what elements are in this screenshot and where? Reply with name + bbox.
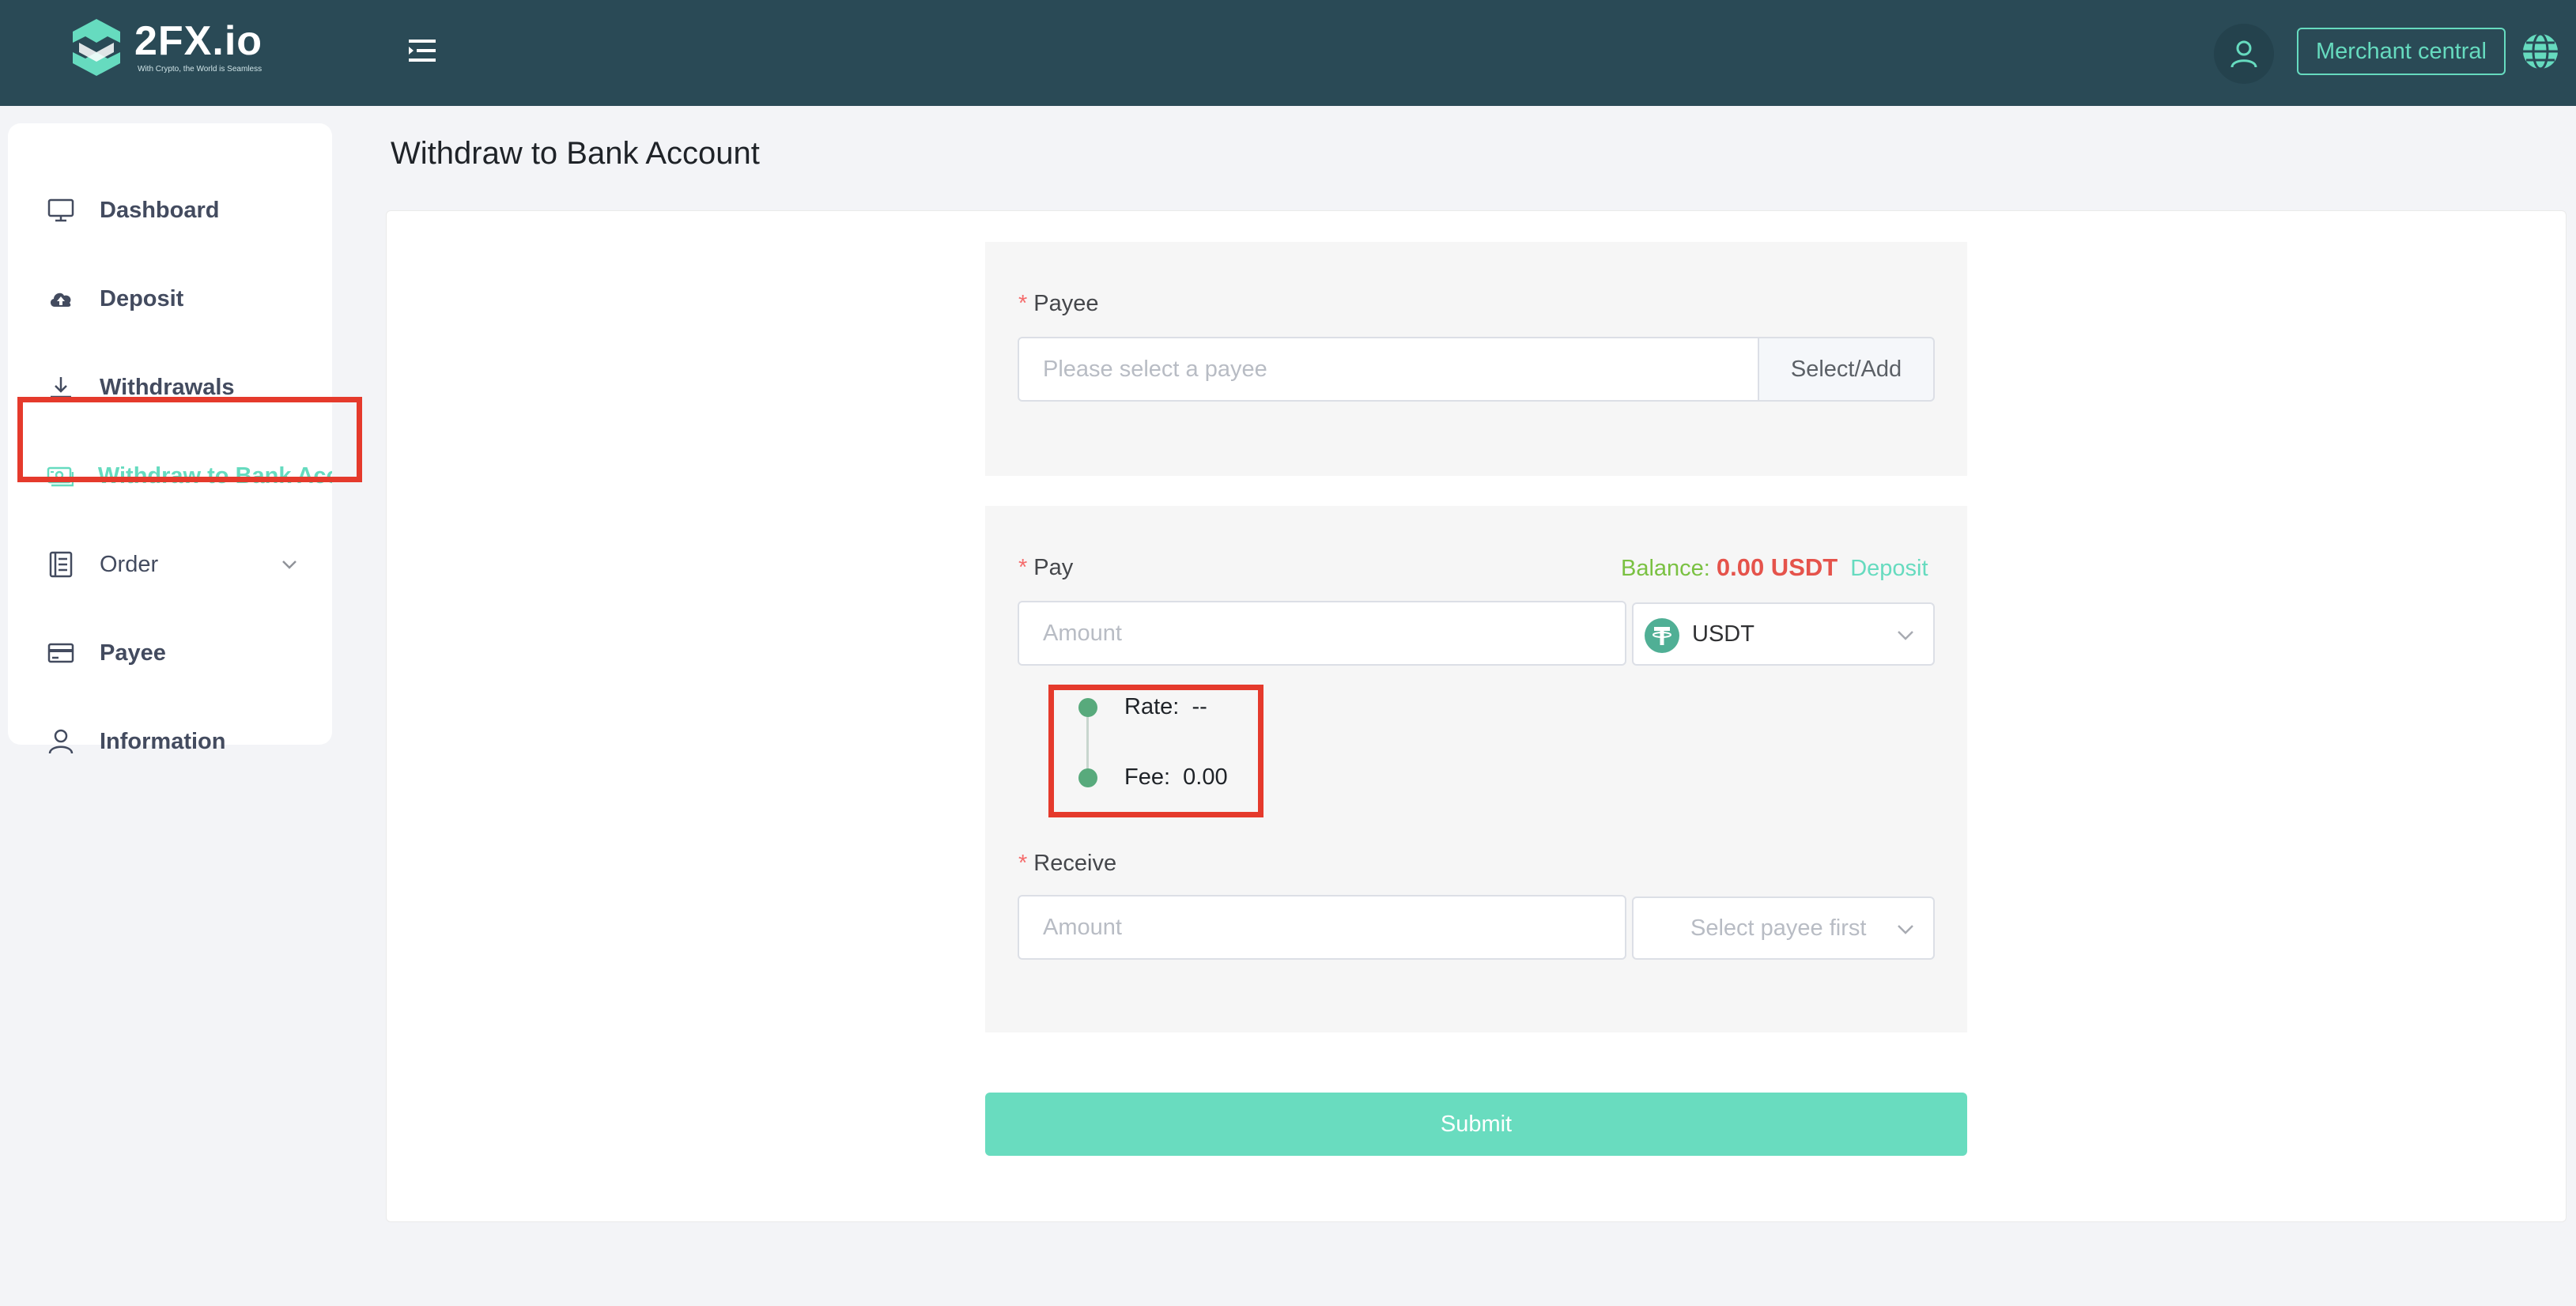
cloud-upload-icon (44, 282, 77, 315)
banknote-icon (44, 459, 76, 493)
menu-toggle-icon[interactable] (407, 36, 439, 65)
monitor-icon (44, 194, 77, 227)
user-icon (2230, 40, 2257, 68)
receive-currency-select[interactable]: Select payee first (1632, 896, 1935, 960)
sidebar-item-information[interactable]: Information (8, 702, 332, 781)
sidebar-item-withdrawals[interactable]: Withdrawals (8, 348, 332, 427)
top-header: 2FX.io With Crypto, the World is Seamles… (0, 0, 2576, 106)
highlight-box-rate-fee (1048, 685, 1263, 817)
deposit-link[interactable]: Deposit (1850, 556, 1928, 581)
sidebar-item-order[interactable]: Order (8, 525, 332, 604)
sidebar-item-label: Withdrawals (100, 374, 235, 400)
sidebar-item-payee[interactable]: Payee (8, 613, 332, 693)
sidebar: Dashboard Deposit Withdrawals Withdraw t… (8, 123, 332, 754)
sidebar-item-label: Payee (100, 640, 166, 666)
sidebar-item-label: Dashboard (100, 197, 220, 223)
merchant-central-button[interactable]: Merchant central (2297, 28, 2506, 75)
sidebar-item-dashboard[interactable]: Dashboard (8, 171, 332, 250)
sidebar-item-withdraw-to-bank-account[interactable]: Withdraw to Bank Account (8, 436, 332, 515)
document-list-icon (44, 548, 77, 581)
balance-label: Balance: (1621, 556, 1710, 581)
receive-amount-input[interactable]: Amount (1018, 895, 1626, 960)
balance-value: 0.00 USDT (1716, 553, 1838, 581)
sidebar-item-label: Order (100, 551, 159, 577)
payee-label: * Payee (1018, 291, 1099, 316)
brand-logo[interactable]: 2FX.io With Crypto, the World is Seamles… (65, 16, 278, 79)
balance-display: Balance: 0.00 USDT Deposit (1621, 553, 1928, 582)
pay-currency-value: USDT (1692, 621, 1754, 647)
sidebar-item-label: Information (100, 728, 226, 754)
receive-label: * Receive (1018, 851, 1117, 876)
brand-name: 2FX.io (134, 18, 263, 64)
user-icon (44, 725, 77, 758)
globe-language-icon[interactable] (2521, 32, 2560, 71)
required-star: * (1018, 291, 1028, 316)
download-icon (44, 371, 77, 404)
pay-currency-select[interactable]: USDT (1632, 602, 1935, 666)
sidebar-item-label: Withdraw to Bank Account (97, 462, 332, 489)
pay-label: * Pay (1018, 555, 1074, 580)
logo-mark-icon (73, 19, 120, 76)
tether-usdt-icon (1645, 618, 1679, 653)
brand-tagline: With Crypto, the World is Seamless (138, 65, 263, 74)
receive-currency-placeholder: Select payee first (1690, 915, 1867, 941)
submit-button[interactable]: Submit (985, 1093, 1967, 1156)
required-star: * (1018, 555, 1028, 580)
chevron-down-icon (1898, 925, 1913, 934)
payee-input[interactable]: Please select a payee (1018, 337, 1759, 402)
required-star: * (1018, 851, 1028, 876)
sidebar-item-label: Deposit (100, 285, 184, 311)
pay-amount-input[interactable]: Amount (1018, 601, 1626, 666)
sidebar-item-deposit[interactable]: Deposit (8, 259, 332, 338)
chevron-down-icon[interactable] (280, 555, 299, 574)
select-add-payee-button[interactable]: Select/Add (1758, 337, 1935, 402)
page-title: Withdraw to Bank Account (391, 136, 760, 171)
user-account-button[interactable] (2214, 24, 2274, 84)
credit-card-icon (44, 636, 77, 670)
chevron-down-icon (1898, 631, 1913, 640)
